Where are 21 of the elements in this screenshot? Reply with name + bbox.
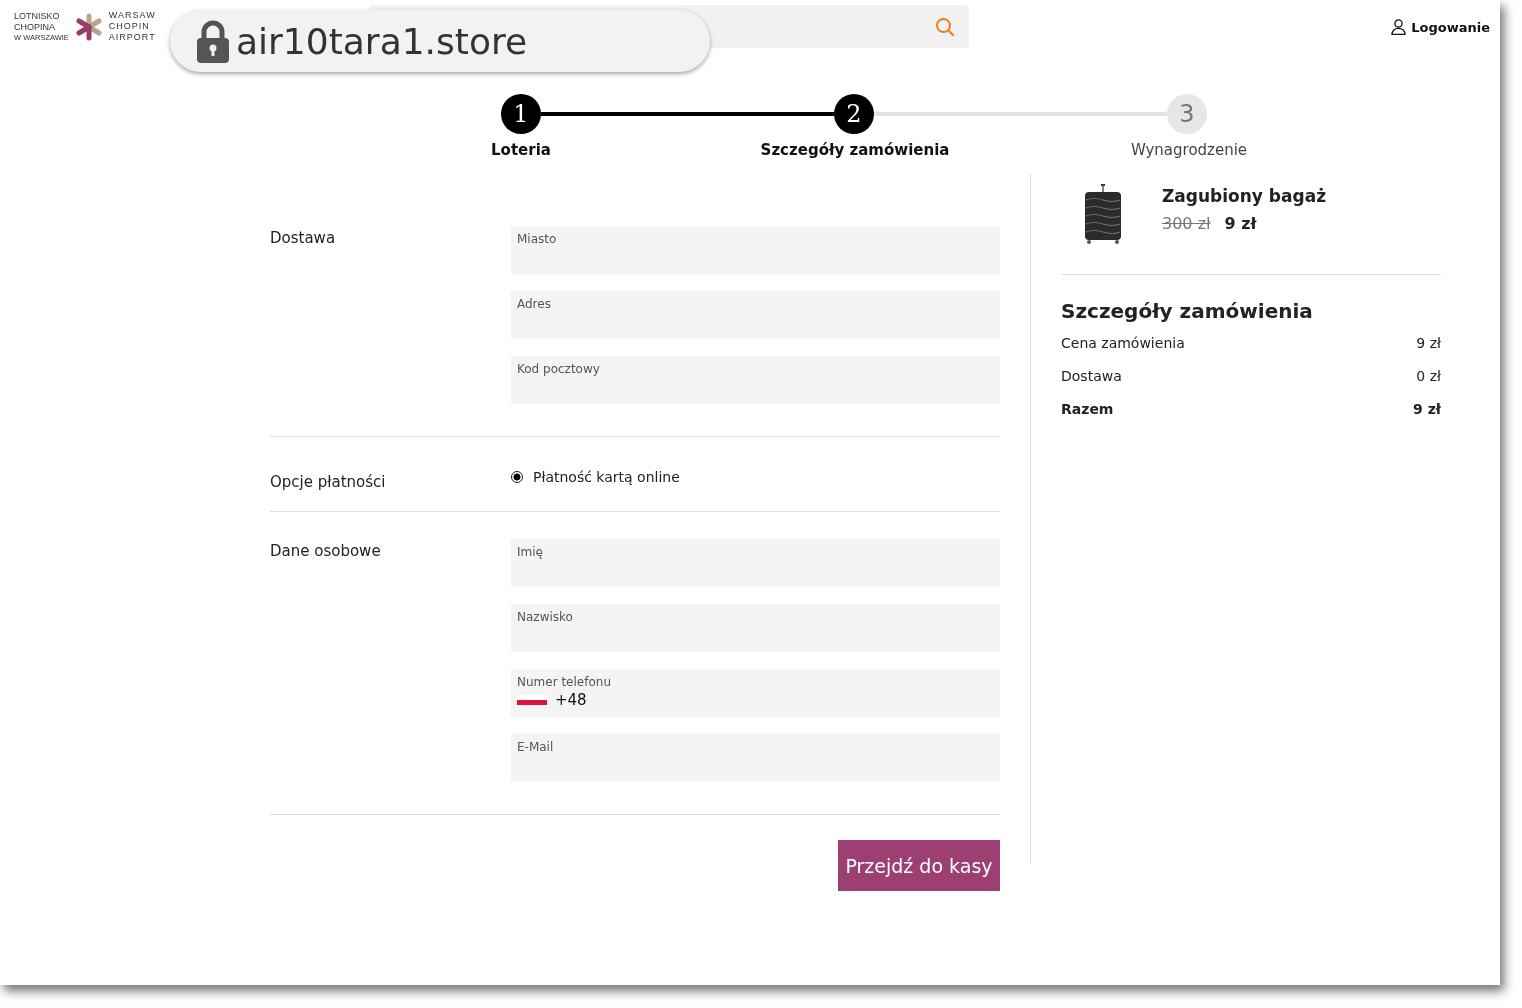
address-tooltip: air10tara1.store: [170, 10, 710, 72]
summary-value: 9 zł: [1416, 335, 1441, 353]
step-number: 1: [501, 94, 541, 134]
logo-text: WARSAW CHOPIN AIRPORT: [108, 10, 156, 43]
summary-label: Dostawa: [1061, 368, 1122, 386]
summary-value: 0 zł: [1416, 368, 1441, 386]
step-label: Loteria: [491, 141, 551, 159]
product-name: Zagubiony bagaż: [1162, 186, 1327, 206]
step-label: Szczegóły zamówienia: [760, 141, 950, 159]
step-number: 3: [1167, 94, 1207, 134]
old-price: 300 zł: [1162, 214, 1211, 233]
summary-label: Cena zamówienia: [1061, 335, 1185, 353]
section-title: Dane osobowe: [270, 542, 381, 560]
summary-label: Razem: [1061, 401, 1114, 419]
step-label: Wynagrodzenie: [1130, 141, 1248, 159]
price: 9 zł: [1224, 214, 1257, 233]
section-title: Dostawa: [270, 229, 336, 247]
summary-value: 9 zł: [1413, 401, 1441, 419]
section-title: Opcje płatności: [270, 473, 386, 491]
summary-title: Szczegóły zamówienia: [1061, 299, 1313, 323]
step-number: 2: [834, 94, 874, 134]
